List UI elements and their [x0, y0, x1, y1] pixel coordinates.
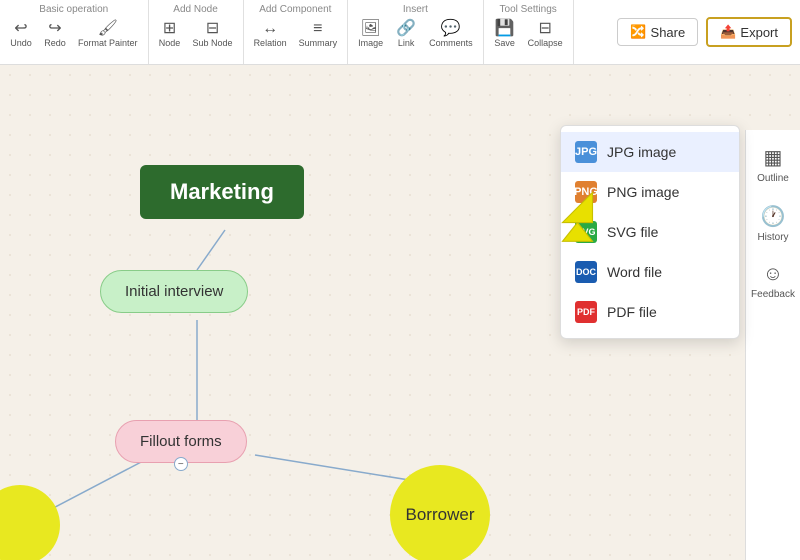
- collapse-label: Collapse: [528, 38, 563, 48]
- format-painter-label: Format Painter: [78, 38, 138, 48]
- collapse-button[interactable]: ⊟ Collapse: [524, 19, 567, 50]
- node-initial-interview[interactable]: Initial interview: [100, 270, 248, 313]
- outline-icon: ▦: [764, 145, 783, 170]
- outline-panel-item[interactable]: ▦ Outline: [757, 145, 789, 184]
- node-icon: ⊞: [163, 21, 176, 37]
- feedback-panel-item[interactable]: ☺ Feedback: [751, 263, 795, 300]
- export-item-pdf[interactable]: PDF PDF file: [561, 292, 739, 332]
- toolbar-group-basic-operation: Basic operation ↩ Undo ↪ Redo 🖌 Format P…: [0, 0, 149, 64]
- relation-button[interactable]: ↔ Relation: [250, 19, 291, 50]
- save-icon: 💾: [495, 21, 515, 37]
- share-icon: 🔀: [630, 24, 646, 40]
- link-icon: 🔗: [396, 21, 416, 37]
- save-label: Save: [494, 38, 515, 48]
- relation-icon: ↔: [262, 21, 278, 37]
- node-marketing[interactable]: Marketing: [140, 165, 304, 219]
- relation-label: Relation: [254, 38, 287, 48]
- sub-node-icon: ⊟: [206, 21, 219, 37]
- png-label: PNG image: [607, 184, 679, 200]
- export-dropdown: JPG JPG image PNG PNG image SVG SVG file…: [560, 125, 740, 339]
- share-button[interactable]: 🔀 Share: [617, 18, 698, 46]
- collapse-icon: ⊟: [538, 21, 551, 37]
- summary-label: Summary: [299, 38, 338, 48]
- toolbar-group-insert: Insert 🖼 Image 🔗 Link 💬 Comments: [348, 0, 484, 64]
- toolbar-group-add-node: Add Node ⊞ Node ⊟ Sub Node: [149, 0, 244, 64]
- export-item-svg[interactable]: SVG SVG file: [561, 212, 739, 252]
- jpg-label: JPG image: [607, 144, 676, 160]
- node-label: Node: [159, 38, 181, 48]
- fillout-collapse-dot[interactable]: −: [174, 457, 188, 471]
- export-button[interactable]: 📤 Export: [706, 17, 792, 47]
- undo-icon: ↩: [14, 21, 27, 37]
- image-icon: 🖼: [360, 21, 380, 37]
- feedback-label: Feedback: [751, 289, 795, 300]
- undo-button[interactable]: ↩ Undo: [6, 19, 36, 50]
- export-item-word[interactable]: DOC Word file: [561, 252, 739, 292]
- tool-settings-buttons: 💾 Save ⊟ Collapse: [490, 19, 567, 50]
- link-button[interactable]: 🔗 Link: [391, 19, 421, 50]
- history-panel-item[interactable]: 🕐 History: [757, 204, 788, 243]
- feedback-icon: ☺: [763, 263, 783, 286]
- comments-icon: 💬: [441, 21, 461, 37]
- jpg-icon: JPG: [575, 141, 597, 163]
- sub-node-label: Sub Node: [193, 38, 233, 48]
- pdf-label: PDF file: [607, 304, 657, 320]
- node-yellow-left[interactable]: [0, 485, 60, 560]
- redo-button[interactable]: ↪ Redo: [40, 19, 70, 50]
- right-panel: ▦ Outline 🕐 History ☺ Feedback: [745, 130, 800, 560]
- node-fillout-forms[interactable]: Fillout forms −: [115, 420, 247, 463]
- toolbar-group-buttons: ↩ Undo ↪ Redo 🖌 Format Painter: [6, 19, 142, 50]
- insert-group-label: Insert: [403, 4, 428, 15]
- add-component-buttons: ↔ Relation ≡ Summary: [250, 19, 342, 50]
- svg-label: SVG file: [607, 224, 658, 240]
- node-borrower[interactable]: Borrower −: [390, 465, 490, 560]
- insert-buttons: 🖼 Image 🔗 Link 💬 Comments: [354, 19, 477, 50]
- toolbar-right: 🔀 Share 📤 Export: [609, 0, 800, 64]
- tool-settings-group-label: Tool Settings: [500, 4, 557, 15]
- canvas: Marketing Initial interview Fillout form…: [0, 65, 800, 560]
- history-label: History: [757, 232, 788, 243]
- word-label: Word file: [607, 264, 662, 280]
- link-label: Link: [398, 38, 415, 48]
- toolbar-group-tool-settings: Tool Settings 💾 Save ⊟ Collapse: [484, 0, 574, 64]
- toolbar-group-label: Basic operation: [39, 4, 108, 15]
- format-painter-button[interactable]: 🖌 Format Painter: [74, 19, 142, 50]
- export-label: Export: [740, 25, 778, 40]
- add-node-buttons: ⊞ Node ⊟ Sub Node: [155, 19, 237, 50]
- export-item-jpg[interactable]: JPG JPG image: [561, 132, 739, 172]
- sub-node-button[interactable]: ⊟ Sub Node: [189, 19, 237, 50]
- add-component-group-label: Add Component: [259, 4, 331, 15]
- image-button[interactable]: 🖼 Image: [354, 19, 387, 50]
- svg-icon: SVG: [575, 221, 597, 243]
- summary-button[interactable]: ≡ Summary: [295, 19, 342, 50]
- redo-label: Redo: [44, 38, 66, 48]
- share-label: Share: [651, 25, 686, 40]
- image-label: Image: [358, 38, 383, 48]
- comments-button[interactable]: 💬 Comments: [425, 19, 477, 50]
- toolbar: Basic operation ↩ Undo ↪ Redo 🖌 Format P…: [0, 0, 800, 65]
- toolbar-group-add-component: Add Component ↔ Relation ≡ Summary: [244, 0, 349, 64]
- save-button[interactable]: 💾 Save: [490, 19, 520, 50]
- redo-icon: ↪: [48, 21, 61, 37]
- pdf-icon: PDF: [575, 301, 597, 323]
- format-painter-icon: 🖌: [98, 21, 118, 37]
- add-node-group-label: Add Node: [173, 4, 217, 15]
- comments-label: Comments: [429, 38, 473, 48]
- undo-label: Undo: [10, 38, 32, 48]
- history-icon: 🕐: [761, 204, 786, 229]
- export-icon: 📤: [720, 24, 736, 40]
- summary-icon: ≡: [313, 21, 322, 37]
- outline-label: Outline: [757, 173, 789, 184]
- export-item-png[interactable]: PNG PNG image: [561, 172, 739, 212]
- node-button[interactable]: ⊞ Node: [155, 19, 185, 50]
- png-icon: PNG: [575, 181, 597, 203]
- word-icon: DOC: [575, 261, 597, 283]
